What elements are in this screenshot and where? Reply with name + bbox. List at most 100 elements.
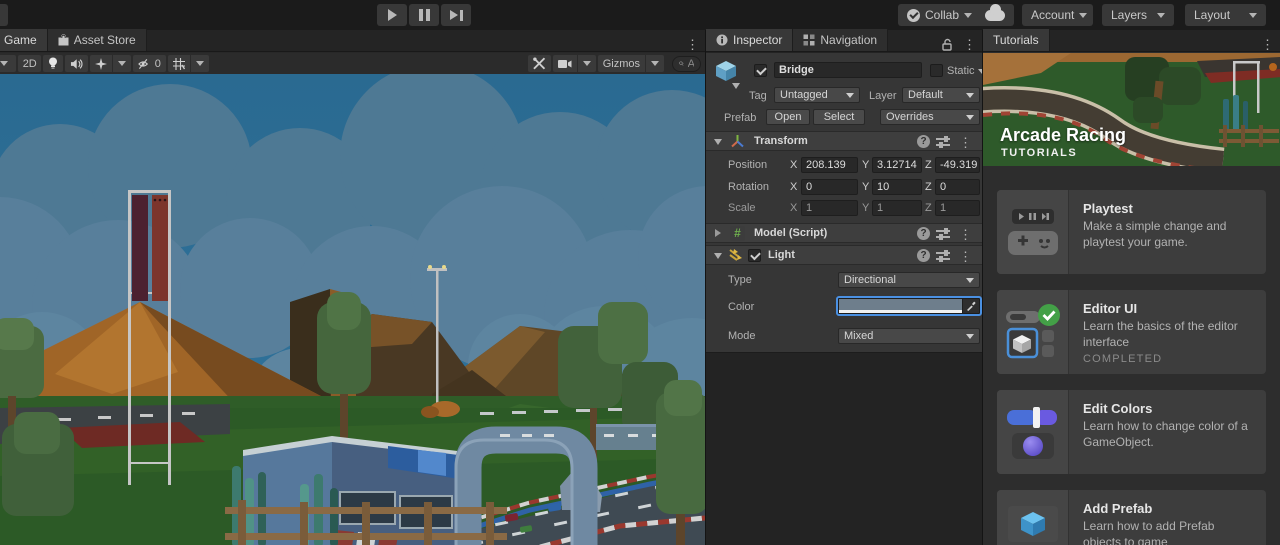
- tab-navigation[interactable]: Navigation: [793, 29, 889, 51]
- rotation-z-field[interactable]: 0: [935, 179, 980, 195]
- tag-dropdown[interactable]: Untagged: [774, 87, 860, 103]
- gizmos-button[interactable]: Gizmos: [597, 55, 645, 72]
- light-foldout[interactable]: [714, 253, 722, 259]
- eyedropper-button[interactable]: [963, 299, 979, 313]
- draw-mode-dropdown[interactable]: [0, 55, 16, 72]
- light-header[interactable]: Light ? ⋮: [706, 245, 982, 265]
- cloud-services-button[interactable]: [976, 3, 1014, 26]
- scene-visibility-toggle[interactable]: 0: [132, 55, 166, 72]
- rotation-x-field[interactable]: 0: [801, 179, 858, 195]
- pause-button[interactable]: [409, 4, 439, 26]
- inspector-menu-icon[interactable]: ⋮: [957, 38, 982, 51]
- tutorials-menu-icon[interactable]: ⋮: [1255, 38, 1280, 51]
- collab-button[interactable]: Collab: [898, 4, 982, 26]
- tutorial-card-playtest[interactable]: Playtest Make a simple change and playte…: [997, 190, 1266, 274]
- transform-menu-icon[interactable]: ⋮: [959, 135, 972, 151]
- scale-z-field[interactable]: 1: [935, 200, 980, 216]
- light-mode-dropdown[interactable]: Mixed: [838, 328, 980, 344]
- tutorial-card-editor-ui[interactable]: Editor UI Learn the basics of the editor…: [997, 290, 1266, 374]
- card-title: Editor UI: [1083, 301, 1138, 316]
- layout-dropdown[interactable]: Layout: [1185, 4, 1266, 26]
- light-type-value: Directional: [844, 274, 896, 286]
- presets-icon[interactable]: [936, 136, 950, 148]
- light-type-dropdown[interactable]: Directional: [838, 272, 980, 288]
- camera-dropdown[interactable]: [577, 55, 596, 72]
- scene-control-bar: 2D 0 Gizmos All: [0, 53, 705, 74]
- help-icon[interactable]: ?: [917, 135, 930, 148]
- chevron-down-icon: [651, 61, 659, 66]
- layer-dropdown[interactable]: Default: [902, 87, 980, 103]
- model-foldout[interactable]: [715, 229, 721, 237]
- tab-inspector[interactable]: Inspector: [706, 29, 794, 51]
- scene-audio-toggle[interactable]: [65, 55, 88, 72]
- tab-asset-store[interactable]: Asset Store: [47, 29, 147, 51]
- presets-icon[interactable]: [936, 228, 950, 240]
- card-text: Add Prefab Learn how to add Prefab objec…: [1069, 490, 1266, 545]
- account-dropdown[interactable]: Account: [1022, 4, 1093, 26]
- transform-header[interactable]: Transform ? ⋮: [706, 131, 982, 151]
- play-button[interactable]: [377, 4, 407, 26]
- tag-value: Untagged: [780, 89, 828, 101]
- scale-x-field[interactable]: 1: [801, 200, 858, 216]
- light-menu-icon[interactable]: ⋮: [959, 249, 972, 265]
- model-menu-icon[interactable]: ⋮: [959, 227, 972, 243]
- position-y-field[interactable]: 3.12714: [872, 157, 922, 173]
- scene-lighting-toggle[interactable]: [43, 55, 64, 72]
- inspector-tabbar: Inspector Navigation ⋮: [706, 29, 982, 52]
- transform-foldout[interactable]: [714, 139, 722, 145]
- card-text: Edit Colors Learn how to change color of…: [1069, 390, 1266, 474]
- presets-icon[interactable]: [936, 250, 950, 262]
- search-input[interactable]: [687, 57, 694, 70]
- eyedropper-icon: [967, 301, 976, 311]
- light-enabled-checkbox[interactable]: [748, 249, 761, 262]
- layers-dropdown[interactable]: Layers: [1102, 4, 1174, 26]
- prefab-overrides-dropdown[interactable]: Overrides: [880, 109, 980, 125]
- position-z-field[interactable]: -49.319: [935, 157, 980, 173]
- scene-view-panel: Game Asset Store ⋮ 2D 0 Gizmos All: [0, 29, 705, 545]
- tutorial-card-add-prefab[interactable]: Add Prefab Learn how to add Prefab objec…: [997, 490, 1266, 545]
- tool-button-clipped[interactable]: [0, 4, 8, 26]
- transform-icon: [731, 135, 744, 148]
- component-tools-button[interactable]: [528, 55, 551, 72]
- scene-panel-menu-icon[interactable]: ⋮: [680, 38, 705, 51]
- grid-visibility-toggle[interactable]: [167, 55, 190, 72]
- rotation-y-field[interactable]: 10: [872, 179, 922, 195]
- grid-dropdown[interactable]: [190, 55, 209, 72]
- prefab-open-button[interactable]: Open: [766, 109, 810, 125]
- help-icon[interactable]: ?: [917, 227, 930, 240]
- light-color-field[interactable]: [836, 296, 982, 316]
- gameobject-active-checkbox[interactable]: [754, 64, 767, 77]
- scene-camera-button[interactable]: [552, 55, 577, 72]
- asset-store-tab-label: Asset Store: [73, 33, 136, 47]
- color-swatch: [839, 299, 962, 313]
- model-script-header[interactable]: # Model (Script) ? ⋮: [706, 223, 982, 243]
- layers-label: Layers: [1111, 8, 1148, 22]
- gameobject-name-field[interactable]: [774, 62, 922, 78]
- scene-viewport[interactable]: [0, 74, 705, 545]
- step-button[interactable]: [441, 4, 471, 26]
- scene-3d-render: [0, 74, 705, 545]
- grid-icon: [172, 57, 185, 70]
- help-icon[interactable]: ?: [917, 249, 930, 262]
- light-title: Light: [768, 249, 795, 261]
- static-checkbox[interactable]: [930, 64, 943, 77]
- prefab-select-button[interactable]: Select: [813, 109, 865, 125]
- open-label: Open: [774, 111, 802, 123]
- toggle-2d-button[interactable]: 2D: [18, 55, 42, 72]
- effects-toggle[interactable]: [89, 55, 112, 72]
- tab-tutorials[interactable]: Tutorials: [983, 29, 1050, 51]
- tutorial-card-edit-colors[interactable]: Edit Colors Learn how to change color of…: [997, 390, 1266, 474]
- scene-search-field[interactable]: [672, 55, 701, 72]
- gameobject-options-arrow[interactable]: [732, 83, 740, 89]
- card-text: Editor UI Learn the basics of the editor…: [1069, 290, 1266, 374]
- gizmos-dropdown[interactable]: [646, 55, 664, 72]
- tools-icon: [533, 57, 546, 70]
- scale-y-field[interactable]: 1: [872, 200, 922, 216]
- card-description: Learn the basics of the editor interface: [1083, 319, 1238, 349]
- position-x-field[interactable]: 208.139: [801, 157, 858, 173]
- effects-dropdown[interactable]: [112, 55, 131, 72]
- unlock-icon[interactable]: [941, 38, 953, 51]
- tab-game[interactable]: Game: [0, 29, 48, 51]
- editor-ui-icon: [997, 290, 1069, 374]
- inspector-tab-label: Inspector: [733, 33, 783, 47]
